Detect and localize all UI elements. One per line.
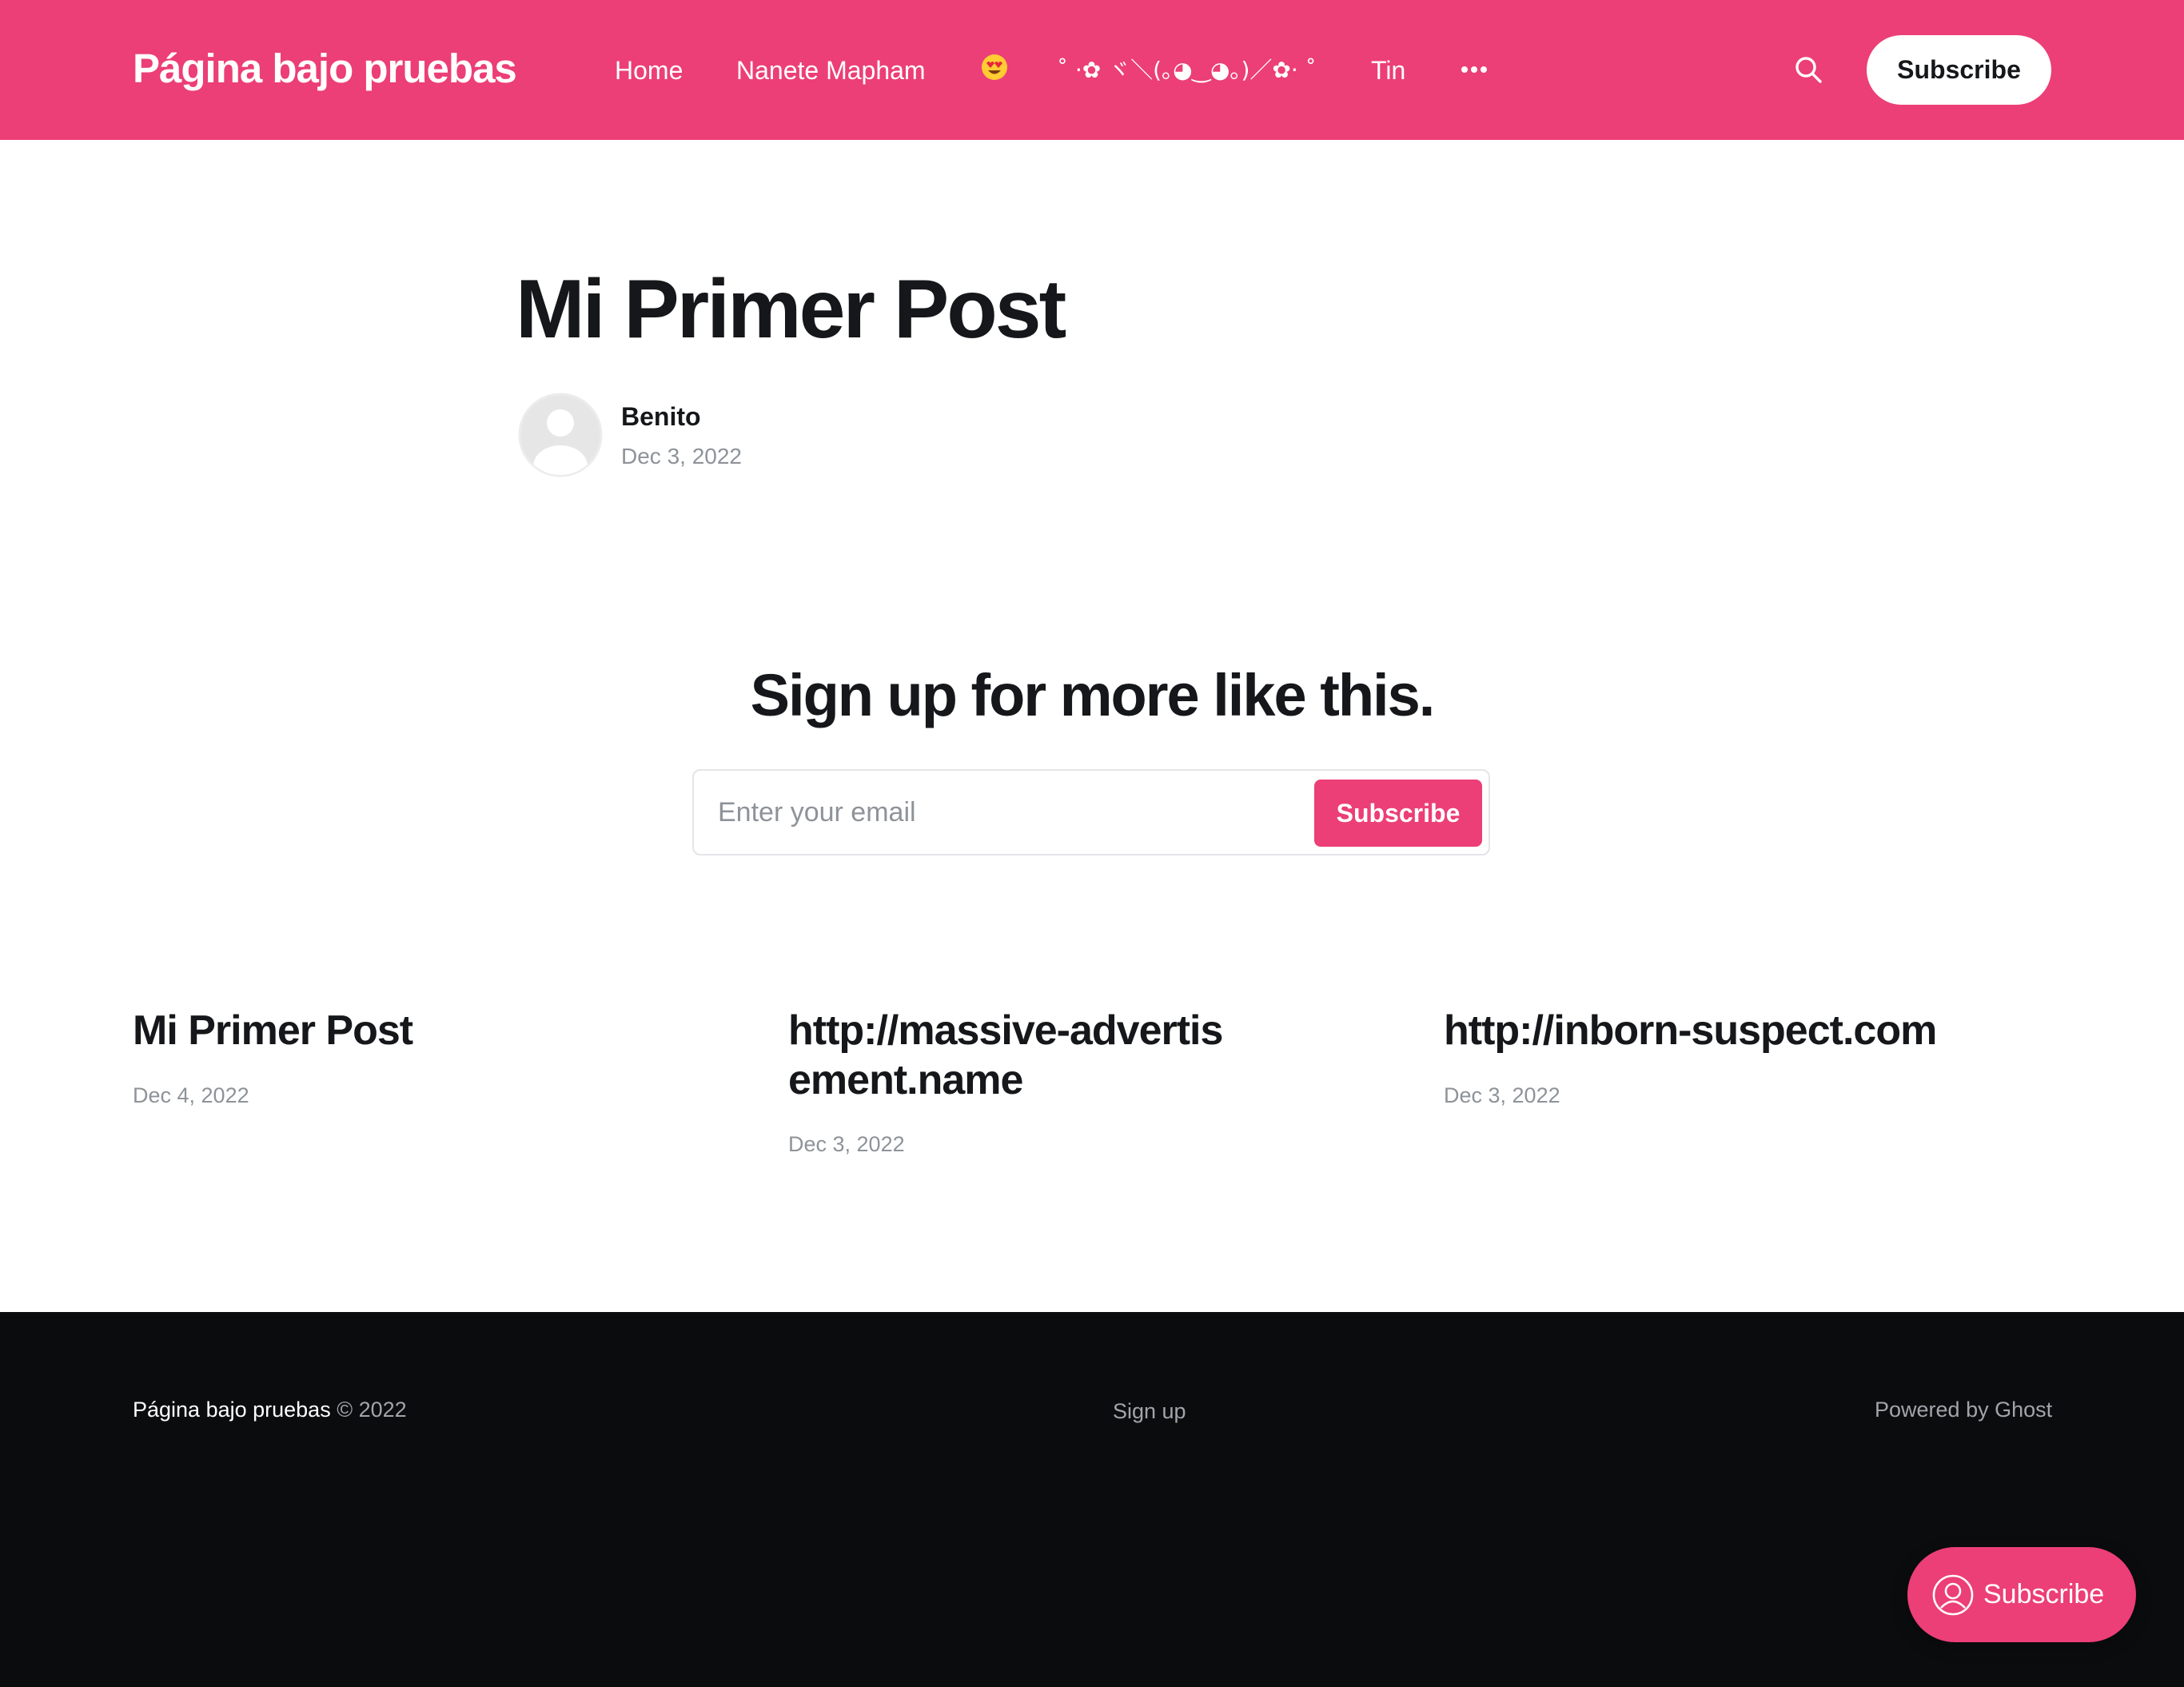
cta-title: Sign up for more like this. — [750, 662, 1436, 728]
related-post-date: Dec 4, 2022 — [133, 1083, 249, 1107]
user-circle-icon — [1932, 1574, 1974, 1615]
nav-item-tin[interactable]: Tin — [1371, 56, 1405, 86]
default-avatar-icon[interactable] — [518, 393, 603, 477]
post-date: Dec 3, 2022 — [621, 444, 742, 469]
footer-site-link[interactable]: Página bajo pruebas — [133, 1398, 331, 1422]
email-input[interactable] — [694, 771, 1325, 854]
related-post-title[interactable]: http://massive-advertisement.name — [788, 1006, 1380, 1105]
related-post-date: Dec 3, 2022 — [788, 1132, 905, 1156]
site-title[interactable]: Página bajo pruebas — [133, 45, 517, 92]
smiling-heart-eyes-emoji-icon[interactable] — [981, 54, 1008, 81]
more-horizontal-icon[interactable] — [1458, 54, 1490, 86]
related-post-title[interactable]: http://inborn-suspect.com — [1444, 1006, 2067, 1055]
footer-copyright-year: © 2022 — [330, 1398, 407, 1422]
related-post-title-text: http://massive-advertisement.name — [788, 1007, 1223, 1103]
portal-subscribe-label: Subscribe — [1983, 1579, 2105, 1609]
footer-signup-link[interactable]: Sign up — [1113, 1399, 1186, 1424]
site-footer — [0, 1312, 2184, 1687]
footer-copyright: Página bajo pruebas © 2022 — [133, 1398, 407, 1422]
cta-subscribe-button[interactable]: Subscribe — [1314, 780, 1482, 847]
related-post-title[interactable]: Mi Primer Post — [133, 1006, 724, 1055]
search-icon[interactable] — [1792, 54, 1824, 86]
powered-by-ghost-link[interactable]: Powered by Ghost — [1875, 1398, 2052, 1422]
nav-item-nanete-mapham[interactable]: Nanete Mapham — [736, 56, 926, 86]
header-subscribe-button[interactable]: Subscribe — [1867, 35, 2051, 105]
signup-form: Subscribe — [692, 769, 1490, 855]
nav-item-kaomoji[interactable]: ˚ ·✿ ヾ＼(｡◕‿◕｡)／✿· ˚ — [1057, 53, 1317, 85]
author-name[interactable]: Benito — [621, 402, 701, 432]
post-title: Mi Primer Post — [516, 263, 1066, 356]
related-post-date: Dec 3, 2022 — [1444, 1083, 1560, 1107]
portal-subscribe-button[interactable]: Subscribe — [1907, 1547, 2136, 1642]
nav-item-home[interactable]: Home — [615, 56, 683, 86]
